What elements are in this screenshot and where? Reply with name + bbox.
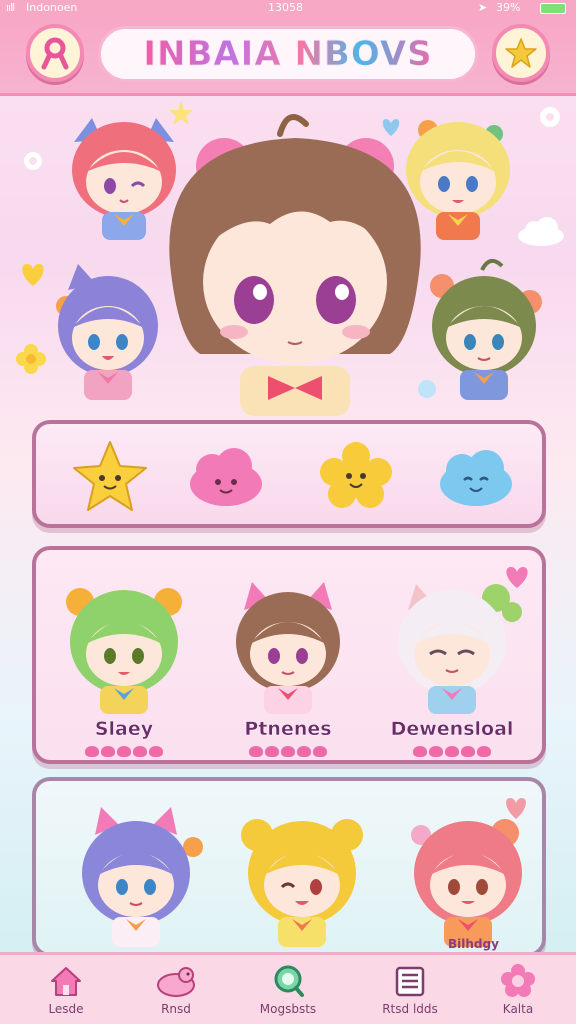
flower-sparkle-icon	[24, 152, 42, 170]
chibi-character-card[interactable]	[222, 791, 382, 951]
more-characters-panel: Bilhdgy	[32, 777, 546, 957]
yellow-flower-face-icon[interactable]	[316, 438, 396, 514]
battery-icon	[540, 3, 566, 14]
cloud-icon	[518, 217, 564, 246]
nav-flower-label: Kalta	[502, 1002, 534, 1016]
friends-panel: Slaey Ptnenes Dewensloal	[32, 546, 546, 764]
chibi-character-olive[interactable]	[420, 256, 550, 406]
title-banner: INBAIA NBOVS	[98, 26, 478, 82]
nav-home-label: Lesde	[48, 1002, 84, 1016]
chibi-avatar	[66, 588, 182, 714]
chibi-avatar	[398, 584, 522, 714]
app-header: INBAIA NBOVS	[0, 16, 576, 96]
star-face-icon[interactable]	[70, 438, 150, 514]
list-icon	[395, 966, 425, 997]
friend-card[interactable]: Ptnenes	[208, 568, 368, 758]
pet-icon	[157, 967, 195, 997]
bottom-navigation: Lesde Rnsd Mogsbsts Rtsd ldds Kalta	[0, 952, 576, 1024]
status-bar: ııll Indonoen 13058 ➤ 39%	[0, 0, 576, 16]
clock: 13058	[268, 1, 303, 14]
flower-icon	[501, 964, 535, 997]
friend-card[interactable]: Dewensloal	[372, 568, 532, 758]
friend-hearts	[372, 746, 532, 761]
character-caption: Bilhdgy	[448, 937, 499, 951]
favorites-button[interactable]	[492, 24, 550, 82]
hero-character-showcase	[0, 96, 576, 416]
friend-name: Dewensloal	[390, 718, 514, 740]
nav-pets-label: Rnsd	[161, 1002, 191, 1016]
ribbon-icon	[41, 37, 69, 70]
nav-search[interactable]: Mogsbsts	[238, 961, 338, 1024]
chibi-character-card[interactable]	[56, 791, 216, 951]
nav-search-label: Mogsbsts	[259, 1002, 317, 1016]
nav-home[interactable]: Lesde	[16, 961, 116, 1024]
friend-hearts	[44, 746, 204, 761]
chibi-character-purple[interactable]	[52, 256, 164, 406]
carrier-label: Indonoen	[26, 1, 78, 14]
star-icon	[505, 38, 537, 68]
search-icon	[274, 965, 304, 997]
friend-hearts	[208, 746, 368, 761]
battery-percent: 39%	[496, 1, 521, 14]
flower-sparkle-icon	[16, 344, 46, 374]
signal-icon: ııll	[6, 1, 15, 14]
nav-list-label: Rtsd ldds	[382, 1002, 438, 1016]
location-icon: ➤	[478, 1, 488, 14]
pink-cloud-face-icon[interactable]	[186, 438, 266, 514]
nav-flower[interactable]: Kalta	[468, 961, 568, 1024]
main-chibi-character[interactable]	[150, 104, 440, 416]
heart-sparkle-icon	[22, 264, 44, 286]
friend-card[interactable]: Slaey	[44, 568, 204, 758]
nav-pets[interactable]: Rnsd	[126, 961, 226, 1024]
blue-cloud-face-icon[interactable]	[436, 438, 516, 514]
emote-panel	[32, 420, 546, 528]
chibi-avatar	[236, 582, 340, 714]
app-title: INBAIA NBOVS	[143, 34, 433, 75]
friend-name: Slaey	[94, 718, 154, 740]
chibi-character-card[interactable]	[388, 791, 548, 951]
nav-list[interactable]: Rtsd ldds	[360, 961, 460, 1024]
ribbon-button[interactable]	[26, 24, 84, 82]
flower-sparkle-icon	[540, 107, 560, 127]
home-icon	[51, 967, 81, 996]
friend-name: Ptnenes	[244, 718, 332, 740]
